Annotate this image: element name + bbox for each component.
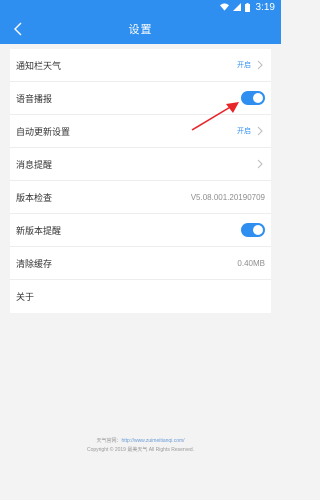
status-bar: 3:19 bbox=[0, 0, 281, 14]
version-number: V5.08.001.20190709 bbox=[190, 192, 265, 202]
setting-label: 消息提醒 bbox=[16, 160, 53, 171]
setting-version-check[interactable]: 版本检查 V5.08.001.20190709 bbox=[10, 181, 271, 214]
cache-size: 0.40MB bbox=[237, 258, 265, 268]
footer-site-line: 天气官网：http://www.zuimeitianqi.com/ bbox=[0, 437, 281, 446]
settings-list: 通知栏天气 开启 语音播报 自动更新设置 开启 消息提醒 版本检查 V5.08.… bbox=[10, 49, 271, 313]
back-button[interactable] bbox=[6, 14, 30, 44]
setting-about[interactable]: 关于 bbox=[10, 280, 271, 313]
setting-value-group: 开启 bbox=[237, 60, 265, 70]
chevron-right-icon bbox=[257, 60, 263, 70]
setting-label: 版本检查 bbox=[16, 193, 53, 204]
setting-label: 自动更新设置 bbox=[16, 127, 71, 138]
annotation-arrow-icon bbox=[191, 102, 239, 131]
footer-site-label: 天气官网： bbox=[96, 438, 122, 444]
setting-message-alerts[interactable]: 消息提醒 bbox=[10, 148, 271, 181]
chevron-right-icon bbox=[257, 159, 263, 169]
setting-label: 清除缓存 bbox=[16, 259, 53, 270]
website-link[interactable]: http://www.zuimeitianqi.com/ bbox=[121, 438, 184, 444]
setting-new-version-alert: 新版本提醒 bbox=[10, 214, 271, 247]
wifi-icon bbox=[219, 3, 229, 11]
battery-icon bbox=[244, 2, 250, 12]
setting-value: 开启 bbox=[237, 61, 251, 69]
new-version-alert-toggle[interactable] bbox=[241, 223, 265, 237]
signal-icon bbox=[232, 3, 241, 11]
setting-clear-cache[interactable]: 清除缓存 0.40MB bbox=[10, 247, 271, 280]
footer: 天气官网：http://www.zuimeitianqi.com/ Copyri… bbox=[0, 437, 281, 455]
setting-label: 关于 bbox=[16, 293, 35, 303]
chevron-right-icon bbox=[257, 126, 263, 136]
setting-label: 语音播报 bbox=[16, 94, 53, 105]
page-title: 设置 bbox=[128, 23, 153, 36]
setting-notification-weather[interactable]: 通知栏天气 开启 bbox=[10, 49, 271, 82]
footer-copyright: Copyright © 2019 最美天气 All Rights Reserve… bbox=[86, 447, 195, 453]
voice-broadcast-toggle[interactable] bbox=[241, 91, 265, 105]
status-icons bbox=[219, 2, 250, 12]
setting-value-group bbox=[255, 159, 265, 169]
app-bar: 设置 bbox=[0, 14, 281, 44]
setting-label: 新版本提醒 bbox=[16, 226, 62, 237]
chevron-left-icon bbox=[14, 22, 22, 36]
status-time: 3:19 bbox=[255, 1, 275, 13]
setting-label: 通知栏天气 bbox=[16, 61, 62, 72]
